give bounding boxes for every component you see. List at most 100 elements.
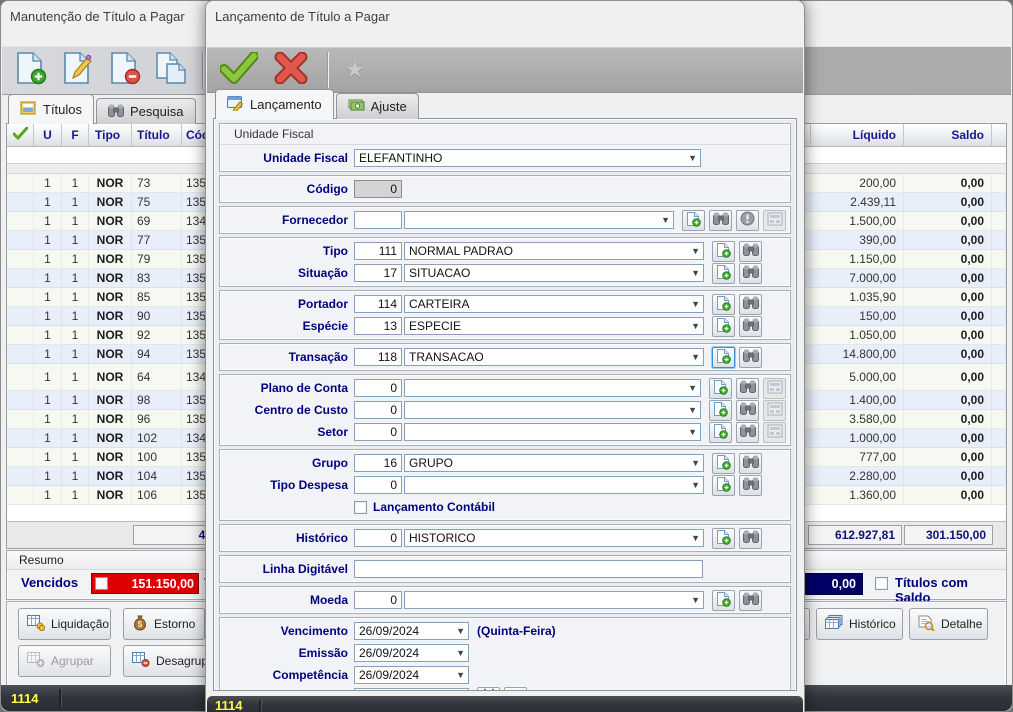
moeda-code-field[interactable] (354, 591, 402, 609)
search-button[interactable] (739, 590, 762, 611)
cell-u: 1 (34, 250, 62, 269)
column-header-u[interactable]: U (34, 124, 62, 146)
column-header-titulo[interactable]: Título (132, 124, 182, 146)
search-button[interactable] (739, 475, 762, 496)
new-record-button[interactable] (709, 422, 732, 443)
historico-code-field[interactable] (354, 529, 402, 547)
search-button[interactable] (736, 422, 759, 443)
column-header-f[interactable]: F (62, 124, 89, 146)
linha-digitavel-field[interactable] (354, 560, 703, 578)
fornecedor-combo[interactable]: ▼ (404, 211, 674, 229)
tab-ajuste[interactable]: Ajuste (336, 93, 419, 119)
plano-de-conta-combo[interactable]: ▼ (404, 379, 701, 397)
situacao-code-field[interactable] (354, 264, 402, 282)
tipo-code-field[interactable] (354, 242, 402, 260)
new-record-button[interactable] (712, 241, 735, 262)
especie-combo[interactable]: ESPECIE▼ (404, 317, 704, 335)
new-record-button[interactable] (682, 210, 705, 231)
tipo-despesa-code-field[interactable] (354, 476, 402, 494)
confirm-button[interactable] (219, 49, 259, 91)
estorno-button[interactable]: $ Estorno (123, 608, 205, 640)
plano-de-conta-code-field[interactable] (354, 379, 402, 397)
search-button[interactable] (739, 294, 762, 315)
titulos-com-saldo-checkbox[interactable] (875, 577, 888, 590)
tab-pesquisa[interactable]: Pesquisa (96, 98, 195, 124)
especie-code-field[interactable] (354, 317, 402, 335)
cell-sal: 0,00 (904, 193, 992, 212)
new-record-button[interactable] (10, 50, 50, 92)
unidade-fiscal-combo[interactable]: ELEFANTINHO▼ (354, 149, 701, 167)
transacao-code-field[interactable] (354, 348, 402, 366)
tab-titulos[interactable]: Títulos (8, 94, 94, 124)
column-header-sel[interactable] (7, 124, 34, 146)
detalhe-button[interactable]: Detalhe (909, 608, 988, 640)
historico-button[interactable]: Histórico (816, 608, 903, 640)
search-icon (743, 592, 759, 608)
new-record-button[interactable] (712, 590, 735, 611)
new-record-button[interactable] (712, 294, 735, 315)
tipo-combo[interactable]: NORMAL PADRAO▼ (404, 242, 704, 260)
search-button[interactable] (739, 453, 762, 474)
historico-combo[interactable]: HISTORICO▼ (404, 529, 704, 547)
new-record-focused-button[interactable] (712, 347, 735, 368)
cell-sal: 0,00 (904, 345, 992, 364)
emissao-combo[interactable]: 26/09/2024▼ (354, 644, 469, 662)
vencimento-combo[interactable]: 26/09/2024▼ (354, 622, 469, 640)
situacao-combo[interactable]: SITUACAO▼ (404, 264, 704, 282)
new-record-button[interactable] (712, 263, 735, 284)
lancamento-contabil-checkbox[interactable] (354, 501, 367, 514)
clear-broom-button[interactable] (504, 687, 527, 692)
cell-titulo: 79 (132, 250, 182, 269)
edit-record-button[interactable] (57, 50, 97, 92)
competencia-combo[interactable]: 26/09/2024▼ (354, 666, 469, 684)
new-record-button[interactable] (709, 400, 732, 421)
grupo-code-field[interactable] (354, 454, 402, 472)
grupo-combo[interactable]: GRUPO▼ (404, 454, 704, 472)
portador-combo[interactable]: CARTEIRA▼ (404, 295, 704, 313)
search-button[interactable] (736, 378, 759, 399)
transacao-combo[interactable]: TRANSACAO▼ (404, 348, 704, 366)
new-record-button[interactable] (712, 528, 735, 549)
delete-record-button[interactable] (104, 50, 144, 92)
search-button[interactable] (739, 263, 762, 284)
search-button[interactable] (709, 210, 732, 231)
fornecedor-code-field[interactable] (354, 211, 402, 229)
column-header-saldo[interactable]: Saldo (904, 124, 992, 146)
moeda-combo[interactable]: ▼ (404, 591, 704, 609)
alert-button[interactable] (736, 210, 759, 231)
portador-code-field[interactable] (354, 295, 402, 313)
tab-lancamento[interactable]: Lançamento (215, 89, 334, 119)
setor-combo[interactable]: ▼ (404, 423, 701, 441)
tipo-despesa-combo[interactable]: ▼ (404, 476, 704, 494)
new-record-button[interactable] (712, 475, 735, 496)
cell-u: 1 (34, 174, 62, 193)
valor-field[interactable] (354, 688, 469, 691)
cancel-button[interactable] (271, 49, 311, 91)
titles-grid-icon (20, 101, 37, 118)
new-record-icon (716, 264, 731, 283)
setor-code-field[interactable] (354, 423, 402, 441)
cell-sel (7, 307, 34, 326)
centro-de-custo-code-field[interactable] (354, 401, 402, 419)
column-header-liquido[interactable]: Líquido (811, 124, 904, 146)
column-header-tipo[interactable]: Tipo (89, 124, 132, 146)
cell-f: 1 (62, 231, 89, 250)
search-button[interactable] (739, 241, 762, 262)
search-button[interactable] (739, 528, 762, 549)
search-button[interactable] (739, 316, 762, 337)
desagrupar-button[interactable]: Desagrupar (123, 645, 213, 677)
new-record-button[interactable] (709, 378, 732, 399)
liquidacao-button[interactable]: Liquidação (18, 608, 111, 640)
favorite-star-icon[interactable]: ★ (345, 57, 365, 83)
new-record-button[interactable] (712, 453, 735, 474)
calendar-button[interactable]: 15 (477, 687, 500, 692)
search-button[interactable] (736, 400, 759, 421)
cell-u: 1 (34, 410, 62, 429)
cell-titulo: 75 (132, 193, 182, 212)
copy-record-button[interactable] (151, 50, 191, 92)
search-button[interactable] (739, 347, 762, 368)
vencidos-checkbox[interactable] (95, 577, 108, 590)
centro-de-custo-combo[interactable]: ▼ (404, 401, 701, 419)
new-record-button[interactable] (712, 316, 735, 337)
cell-titulo: 100 (132, 448, 182, 467)
